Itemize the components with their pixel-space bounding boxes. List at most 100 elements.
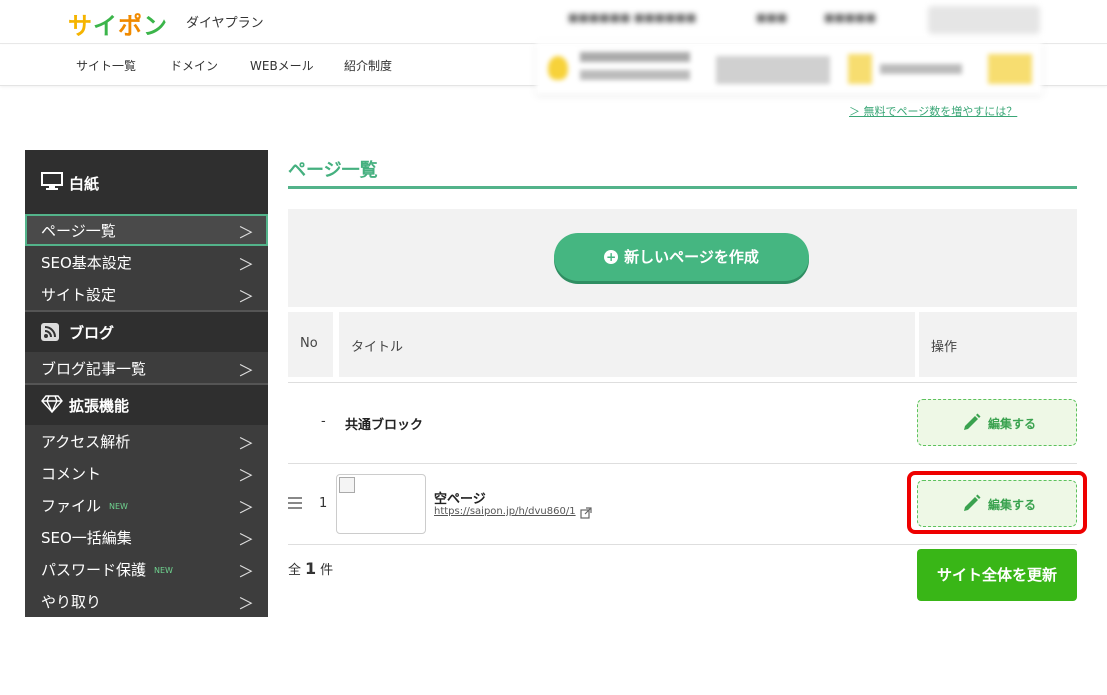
column-header-title: タイトル	[339, 312, 915, 377]
sidebar-item-label: SEO一括編集	[41, 527, 132, 548]
sidebar-item-label: コメント	[41, 463, 101, 484]
count-prefix: 全	[288, 563, 302, 578]
sidebar-item-label: サイト設定	[41, 286, 117, 304]
common-block-title: 共通ブロック	[345, 418, 424, 433]
diamond-icon	[41, 395, 63, 417]
title-underline	[288, 186, 1077, 189]
sidebar-extensions-heading: 拡張機能	[25, 385, 268, 425]
blurred-header-button[interactable]	[928, 6, 1040, 34]
sidebar-item-files[interactable]: ファイル NEW ＞	[25, 489, 268, 521]
chevron-right-icon: ＞	[237, 223, 254, 242]
blurred-account-link[interactable]: ■■■■■	[824, 11, 876, 24]
sidebar-item-exchanges[interactable]: やり取り ＞	[25, 585, 268, 617]
sidebar-item-comments[interactable]: コメント ＞	[25, 457, 268, 489]
chevron-right-icon: ＞	[237, 287, 254, 306]
chevron-right-icon: ＞	[237, 361, 254, 380]
nav-site-list[interactable]: サイト一覧	[76, 57, 136, 74]
logo[interactable]: サイポン	[68, 6, 168, 41]
row-divider	[288, 382, 1077, 383]
edit-common-block-button[interactable]: 編集する	[917, 399, 1077, 446]
total-count: 全1件	[288, 559, 333, 578]
sidebar-item-text: ファイル	[41, 497, 102, 515]
chevron-right-icon: ＞	[237, 594, 254, 613]
column-header-label: 操作	[931, 340, 958, 355]
sidebar-item-label: やり取り	[41, 591, 101, 612]
sidebar-item-text: アクセス解析	[41, 433, 131, 451]
drag-handle-icon[interactable]	[288, 497, 302, 512]
chevron-right-icon: ＞	[237, 466, 254, 485]
row-divider	[288, 463, 1077, 464]
sidebar-item-text: やり取り	[41, 593, 102, 611]
site-name: 白紙	[69, 175, 100, 193]
row-number: 1	[319, 496, 328, 511]
sidebar-item-text: パスワード保護	[41, 561, 147, 579]
column-header-label: タイトル	[351, 340, 404, 355]
rss-icon	[41, 323, 59, 345]
increase-pages-link[interactable]: ＞ 無料でページ数を増やすには？	[849, 103, 1017, 119]
page-url-link[interactable]: https://saipon.jp/h/dvu860/1	[434, 506, 576, 517]
column-header-actions: 操作	[919, 312, 1077, 377]
sidebar-item-label: ファイル NEW	[41, 495, 128, 516]
update-site-button[interactable]: サイト全体を更新	[917, 549, 1077, 601]
plus-circle-icon: +	[604, 250, 619, 264]
top-header: サイポン ダイヤプラン ■■■■■■ ■■■■■■ ■■■ ■■■■■	[0, 0, 1107, 44]
broken-image-icon	[339, 477, 355, 493]
sidebar-item-label: ブログ記事一覧	[41, 360, 147, 378]
blurred-promo-panel	[536, 42, 1042, 94]
sidebar-item-seo-bulk-edit[interactable]: SEO一括編集 ＞	[25, 521, 268, 553]
sidebar-item-blog-posts[interactable]: ブログ記事一覧 ＞	[25, 352, 268, 384]
row-divider	[288, 544, 1077, 545]
sidebar-item-label: ページ一覧	[41, 222, 116, 240]
sidebar: 白紙 ページ一覧 ＞ SEO基本設定 ＞ サイト設定 ＞ ブログ ブログ記事一覧…	[25, 150, 268, 617]
sidebar-item-label: SEO基本設定	[41, 254, 132, 272]
column-header-no: No	[288, 312, 333, 377]
sidebar-item-text: コメント	[41, 465, 102, 483]
sidebar-blog-heading: ブログ	[25, 312, 268, 352]
page-title: ページ一覧	[288, 160, 378, 181]
chevron-right-icon: ＞	[237, 498, 254, 517]
lightbulb-icon	[548, 56, 568, 80]
highlight-annotation	[907, 471, 1087, 534]
sidebar-item-seo-settings[interactable]: SEO基本設定 ＞	[25, 246, 268, 278]
sidebar-item-site-settings[interactable]: サイト設定 ＞	[25, 278, 268, 310]
count-value: 1	[305, 559, 317, 578]
logo-char: ポ	[118, 12, 143, 40]
blog-heading-label: ブログ	[69, 324, 115, 342]
pencil-icon	[962, 412, 982, 435]
column-header-label: No	[300, 336, 318, 351]
create-page-button[interactable]: + 新しいページを作成	[554, 233, 809, 281]
plan-label: ダイヤプラン	[186, 16, 264, 31]
sidebar-item-access-analytics[interactable]: アクセス解析 ＞	[25, 425, 268, 457]
chevron-right-icon: ＞	[237, 434, 254, 453]
blurred-promo-button-2[interactable]	[988, 54, 1032, 84]
blurred-promo-button[interactable]	[716, 56, 830, 84]
edit-button-label: 編集する	[988, 417, 1037, 431]
extensions-heading-label: 拡張機能	[69, 397, 130, 415]
page-row-title[interactable]: 空ページ	[434, 488, 486, 507]
new-badge: NEW	[154, 566, 173, 575]
external-link-icon[interactable]	[580, 504, 592, 523]
logo-char: イ	[93, 12, 118, 40]
new-badge: NEW	[109, 502, 128, 511]
monitor-icon	[41, 172, 63, 194]
nav-domain[interactable]: ドメイン	[170, 57, 218, 74]
sidebar-site-heading: 白紙	[25, 150, 268, 214]
chevron-right-icon: ＞	[237, 530, 254, 549]
document-icon	[848, 54, 872, 84]
count-suffix: 件	[320, 563, 334, 578]
sidebar-item-label: アクセス解析	[41, 431, 130, 452]
nav-webmail[interactable]: WEBメール	[250, 57, 314, 74]
sidebar-item-text: SEO一括編集	[41, 529, 132, 547]
chevron-right-icon: ＞	[237, 562, 254, 581]
create-page-label: 新しいページを作成	[624, 248, 759, 266]
sidebar-item-page-list[interactable]: ページ一覧 ＞	[25, 214, 268, 246]
blurred-header-info: ■■■■■■ ■■■■■■	[568, 11, 697, 24]
nav-referral[interactable]: 紹介制度	[344, 57, 392, 74]
sidebar-item-password-protection[interactable]: パスワード保護 NEW ＞	[25, 553, 268, 585]
common-row-no: -	[321, 414, 326, 429]
blurred-help-link[interactable]: ■■■	[756, 11, 787, 24]
logo-char: サ	[68, 12, 93, 40]
sidebar-item-label: パスワード保護 NEW	[41, 559, 173, 580]
page-thumbnail	[336, 474, 426, 534]
chevron-right-icon: ＞	[237, 255, 254, 274]
